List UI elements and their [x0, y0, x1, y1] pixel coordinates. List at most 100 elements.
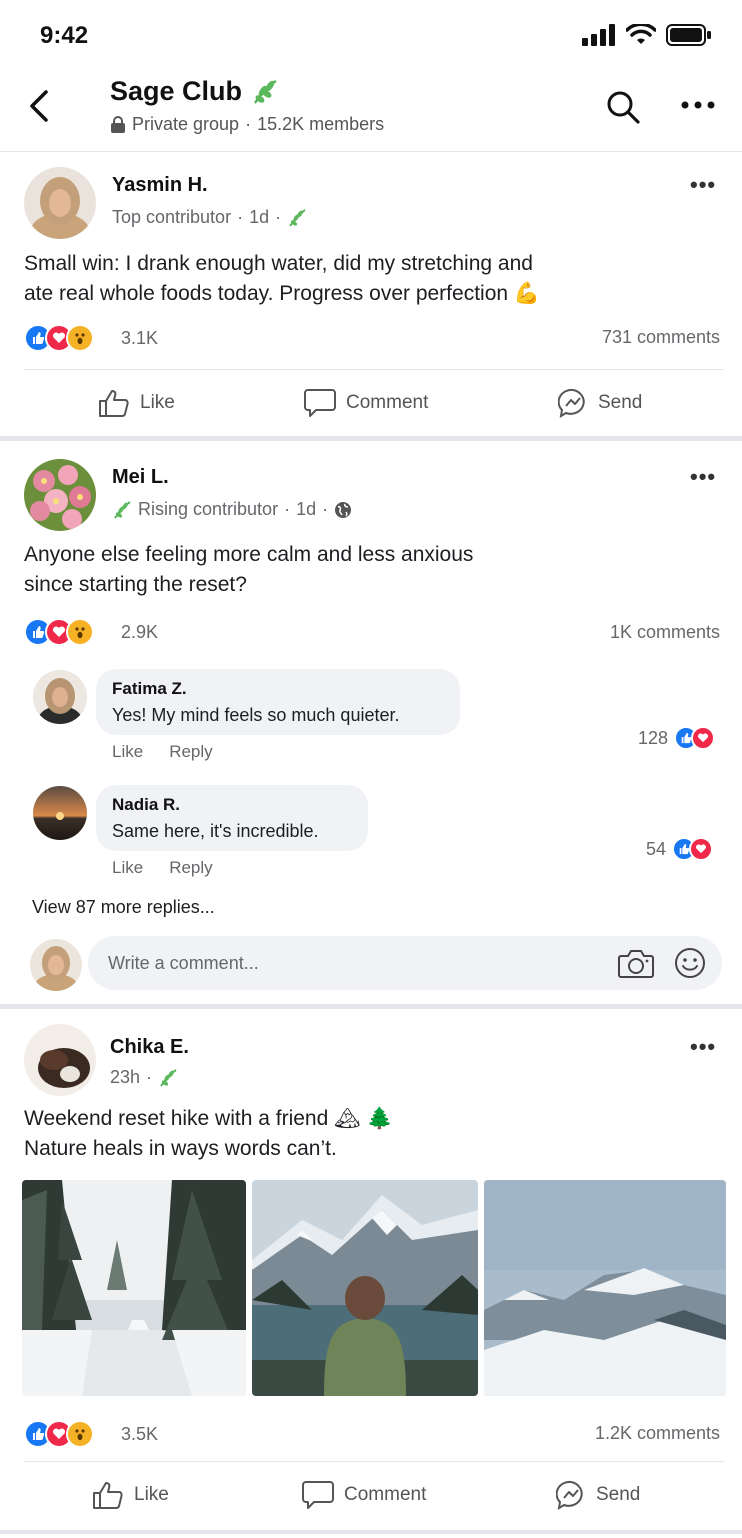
post-time: 1d: [249, 207, 270, 227]
comment-bubble[interactable]: Nadia R. Same here, it's incredible.: [96, 785, 368, 851]
separator-dot: ·: [237, 207, 244, 227]
battery-icon: [666, 24, 711, 46]
search-icon[interactable]: [604, 88, 642, 126]
wifi-icon: [626, 24, 656, 44]
separator-dot: ·: [275, 207, 282, 227]
avatar[interactable]: [24, 1024, 96, 1096]
comment-label: Comment: [344, 1484, 427, 1505]
status-icons: [582, 24, 712, 46]
comment-count[interactable]: 1K comments: [610, 622, 720, 643]
reaction-count[interactable]: 3.5K: [121, 1424, 158, 1445]
comment-author[interactable]: Fatima Z.: [112, 679, 444, 699]
comment-text: Same here, it's incredible.: [112, 821, 319, 841]
comment-author[interactable]: Nadia R.: [112, 795, 352, 815]
post-time: 23h: [110, 1067, 141, 1087]
post-separator: [0, 1004, 742, 1009]
post-photo[interactable]: [484, 1180, 726, 1396]
reaction-icons[interactable]: [24, 1420, 94, 1448]
comment-reply-button[interactable]: Reply: [169, 858, 212, 878]
comment-icon: [302, 1481, 334, 1509]
post-photo[interactable]: [22, 1180, 246, 1396]
separator-dot: ·: [322, 499, 329, 519]
send-button[interactable]: Send: [556, 1480, 640, 1510]
messenger-icon: [556, 1480, 583, 1510]
comment-reactions[interactable]: 128: [638, 726, 716, 750]
post-meta: Top contributor · 1d ·: [112, 207, 307, 228]
separator-dot: ·: [284, 499, 291, 519]
group-subtitle: Private group · 15.2K members: [110, 114, 384, 135]
emoji-icon[interactable]: [674, 947, 706, 979]
status-time: 9:42: [40, 22, 89, 49]
post-meta: Rising contributor · 1d ·: [112, 499, 352, 520]
post-text: Small win: I drank enough water, did my …: [24, 249, 704, 309]
write-comment-placeholder: Write a comment...: [108, 952, 259, 973]
send-button[interactable]: Send: [558, 388, 642, 418]
member-count: 15.2K members: [257, 114, 385, 134]
send-label: Send: [598, 392, 643, 413]
post-separator: [0, 436, 742, 441]
privacy-label: Private group: [132, 114, 240, 134]
send-label: Send: [596, 1484, 641, 1505]
love-reaction-icon: [691, 726, 716, 750]
like-button[interactable]: Like: [98, 388, 175, 418]
camera-icon[interactable]: [618, 948, 654, 978]
avatar[interactable]: [33, 786, 87, 840]
lock-icon: [111, 115, 125, 133]
leaf-icon: [114, 500, 131, 518]
avatar[interactable]: [24, 167, 96, 239]
comment-icon: [304, 389, 336, 417]
comment-count[interactable]: 731 comments: [602, 327, 720, 348]
comment-like-button[interactable]: Like: [112, 742, 143, 762]
reaction-count[interactable]: 2.9K: [121, 622, 158, 643]
comment-button[interactable]: Comment: [304, 388, 428, 418]
back-arrow-icon[interactable]: [26, 88, 54, 124]
group-title[interactable]: Sage Club: [110, 76, 280, 107]
globe-icon: [335, 501, 352, 518]
signal-icon: [582, 24, 615, 46]
messenger-icon: [558, 388, 585, 418]
view-more-replies[interactable]: View 87 more replies...: [32, 897, 215, 918]
post-more-icon[interactable]: •••: [690, 1034, 716, 1060]
post-more-icon[interactable]: •••: [690, 464, 716, 490]
comment-actions: Like Reply: [112, 858, 213, 878]
post-author[interactable]: Yasmin H.: [112, 174, 208, 197]
leaf-icon: [160, 1068, 177, 1086]
comment-bubble[interactable]: Fatima Z. Yes! My mind feels so much qui…: [96, 669, 460, 735]
comment-count[interactable]: 1.2K comments: [595, 1423, 720, 1444]
post-separator: [0, 1530, 742, 1534]
divider: [24, 1461, 724, 1462]
post-text: Weekend reset hike with a friend 🏔 🌲 Nat…: [24, 1104, 704, 1164]
comment-like-button[interactable]: Like: [112, 858, 143, 878]
comment-reply-button[interactable]: Reply: [169, 742, 212, 762]
post-text-line-2: Nature heals in ways words can’t.: [24, 1137, 337, 1160]
comment-reactions[interactable]: 54: [646, 837, 714, 861]
divider: [24, 369, 724, 370]
like-icon: [93, 1482, 123, 1509]
reaction-icons[interactable]: [24, 618, 94, 646]
post-more-icon[interactable]: •••: [690, 172, 716, 198]
comment-label: Comment: [346, 392, 429, 413]
more-options-icon[interactable]: [680, 100, 716, 110]
comment-reaction-count: 128: [638, 727, 669, 748]
reaction-count[interactable]: 3.1K: [121, 328, 158, 349]
post-author[interactable]: Mei L.: [112, 466, 169, 489]
avatar[interactable]: [33, 670, 87, 724]
post-text-line: Small win: I drank enough water, did my …: [24, 252, 533, 275]
avatar[interactable]: [24, 459, 96, 531]
avatar: [30, 939, 82, 991]
post-author[interactable]: Chika E.: [110, 1036, 189, 1059]
wow-reaction-icon: [66, 618, 94, 646]
reaction-icons[interactable]: [24, 324, 94, 352]
post-photo[interactable]: [252, 1180, 478, 1396]
love-reaction-icon: [689, 837, 714, 861]
tree-icon: 🌲: [366, 1107, 393, 1130]
post-text: Anyone else feeling more calm and less a…: [24, 540, 704, 600]
like-button[interactable]: Like: [92, 1480, 169, 1510]
like-label: Like: [134, 1484, 169, 1505]
leaf-icon: [254, 79, 277, 104]
wow-reaction-icon: [66, 1420, 94, 1448]
comment-button[interactable]: Comment: [302, 1480, 426, 1510]
separator-dot: ·: [146, 1067, 153, 1087]
mountain-icon: 🏔: [334, 1107, 361, 1130]
contributor-badge: Top contributor: [112, 207, 232, 227]
